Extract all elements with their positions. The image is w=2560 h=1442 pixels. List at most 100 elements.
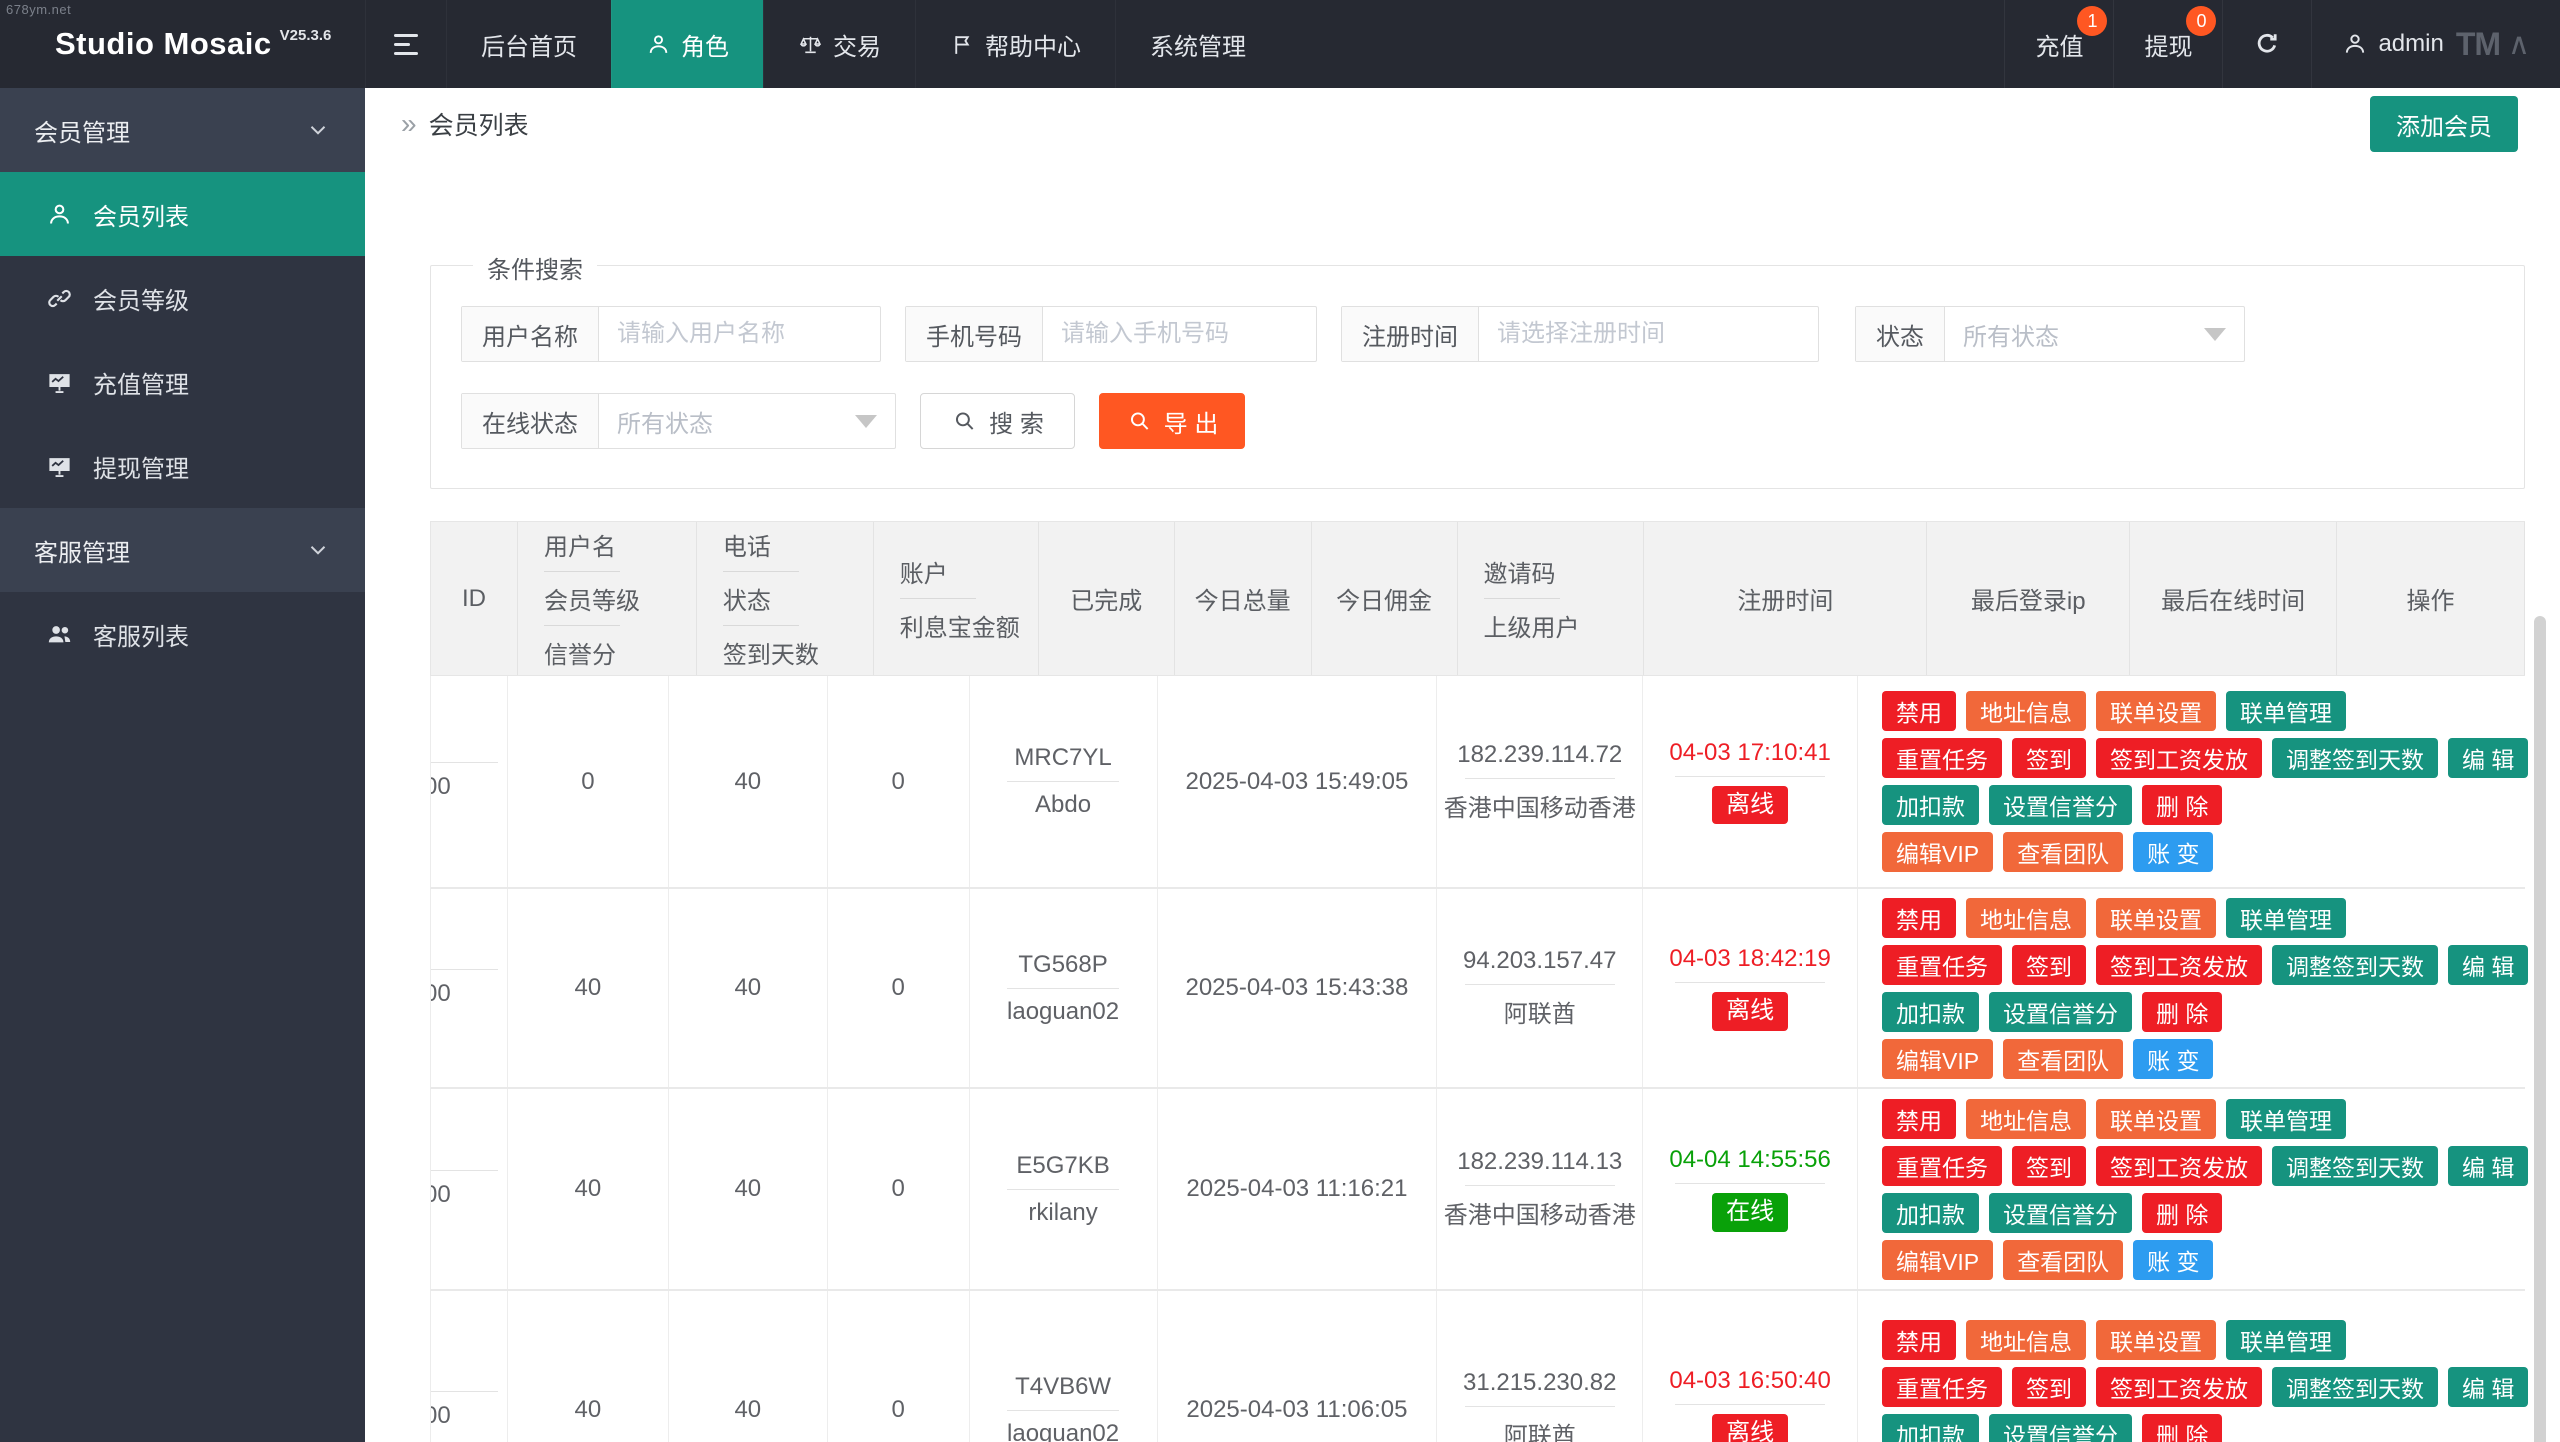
recharge-label: 充值 — [2035, 27, 2083, 62]
action-signin-button[interactable]: 签到 — [2012, 738, 2086, 778]
action-add-deduct-button[interactable]: 加扣款 — [1882, 1414, 1979, 1442]
action-signin-button[interactable]: 签到 — [2012, 1146, 2086, 1186]
status-field-group: 状态 所有状态 — [1855, 306, 2245, 362]
sidebar-group-service-management[interactable]: 客服管理 — [0, 508, 365, 592]
action-order-setting-button[interactable]: 联单设置 — [2096, 691, 2216, 731]
action-edit-button[interactable]: 编 辑 — [2448, 945, 2528, 985]
main-content: » 会员列表 添加会员 条件搜索 用户名称 手机号码 注册时间 — [365, 88, 2560, 1442]
col-header-lastonline: 最后在线时间 — [2130, 522, 2337, 675]
action-edit-button[interactable]: 编 辑 — [2448, 738, 2528, 778]
action-reset-task-button[interactable]: 重置任务 — [1882, 1146, 2002, 1186]
sidebar-item-recharge-management[interactable]: 充值管理 — [0, 340, 365, 424]
action-address-info-button[interactable]: 地址信息 — [1966, 1320, 2086, 1360]
action-edit-vip-button[interactable]: 编辑VIP — [1882, 832, 1993, 872]
sidebar-item-withdraw-management[interactable]: 提现管理 — [0, 424, 365, 508]
nav-item-roles[interactable]: 角色 — [611, 0, 763, 88]
table-row: 00 40 40 0 T4VB6Wlaoguan02 2025-04-03 11… — [430, 1291, 2525, 1442]
cell-regtime: 2025-04-03 11:16:21 — [1158, 1089, 1438, 1289]
action-reset-task-button[interactable]: 重置任务 — [1882, 738, 2002, 778]
action-delete-button[interactable]: 删 除 — [2142, 785, 2222, 825]
action-edit-button[interactable]: 编 辑 — [2448, 1146, 2528, 1186]
action-disable-button[interactable]: 禁用 — [1882, 1099, 1956, 1139]
search-button[interactable]: 搜 索 — [920, 393, 1075, 449]
phone-input[interactable] — [1043, 307, 1319, 361]
phone-field-label: 手机号码 — [906, 307, 1043, 361]
status-select[interactable]: 所有状态 — [1945, 307, 2244, 361]
action-adjust-signin-days-button[interactable]: 调整签到天数 — [2272, 1367, 2438, 1407]
action-order-manage-button[interactable]: 联单管理 — [2226, 1320, 2346, 1360]
action-signin-salary-button[interactable]: 签到工资发放 — [2096, 738, 2262, 778]
action-order-manage-button[interactable]: 联单管理 — [2226, 898, 2346, 938]
action-address-info-button[interactable]: 地址信息 — [1966, 898, 2086, 938]
action-edit-vip-button[interactable]: 编辑VIP — [1882, 1240, 1993, 1280]
action-add-deduct-button[interactable]: 加扣款 — [1882, 1193, 1979, 1233]
action-signin-button[interactable]: 签到 — [2012, 945, 2086, 985]
action-adjust-signin-days-button[interactable]: 调整签到天数 — [2272, 738, 2438, 778]
action-balance-log-button[interactable]: 账 变 — [2133, 1039, 2213, 1079]
online-status-select[interactable]: 所有状态 — [599, 394, 895, 448]
action-address-info-button[interactable]: 地址信息 — [1966, 1099, 2086, 1139]
cell-regtime: 2025-04-03 15:49:05 — [1158, 676, 1438, 887]
action-address-info-button[interactable]: 地址信息 — [1966, 691, 2086, 731]
sidebar-item-member-list[interactable]: 会员列表 — [0, 172, 365, 256]
action-balance-log-button[interactable]: 账 变 — [2133, 832, 2213, 872]
cell-operations: 禁用 地址信息 联单设置 联单管理 重置任务 签到 签到工资发放 调整签到天数 … — [1858, 676, 2525, 887]
action-order-setting-button[interactable]: 联单设置 — [2096, 1099, 2216, 1139]
page-title: 会员列表 — [429, 106, 529, 142]
add-member-button[interactable]: 添加会员 — [2370, 96, 2518, 152]
action-view-team-button[interactable]: 查看团队 — [2003, 832, 2123, 872]
action-reset-task-button[interactable]: 重置任务 — [1882, 1367, 2002, 1407]
action-order-setting-button[interactable]: 联单设置 — [2096, 1320, 2216, 1360]
col-header-commission: 今日佣金 — [1312, 522, 1458, 675]
action-edit-vip-button[interactable]: 编辑VIP — [1882, 1039, 1993, 1079]
sidebar-item-service-list[interactable]: 客服列表 — [0, 592, 365, 676]
recharge-button[interactable]: 充值 1 — [2004, 0, 2113, 88]
action-view-team-button[interactable]: 查看团队 — [2003, 1240, 2123, 1280]
action-signin-button[interactable]: 签到 — [2012, 1367, 2086, 1407]
sidebar-group-member-management[interactable]: 会员管理 — [0, 88, 365, 172]
nav-item-trade[interactable]: 交易 — [763, 0, 915, 88]
action-set-credit-button[interactable]: 设置信誉分 — [1989, 785, 2132, 825]
action-delete-button[interactable]: 删 除 — [2142, 1414, 2222, 1442]
hamburger-menu-icon[interactable] — [365, 0, 446, 88]
username-input[interactable] — [599, 307, 885, 361]
username-field-group: 用户名称 — [461, 306, 881, 362]
action-delete-button[interactable]: 删 除 — [2142, 1193, 2222, 1233]
action-balance-log-button[interactable]: 账 变 — [2133, 1240, 2213, 1280]
action-edit-button[interactable]: 编 辑 — [2448, 1367, 2528, 1407]
refresh-button[interactable] — [2222, 0, 2311, 88]
action-adjust-signin-days-button[interactable]: 调整签到天数 — [2272, 945, 2438, 985]
action-view-team-button[interactable]: 查看团队 — [2003, 1039, 2123, 1079]
action-disable-button[interactable]: 禁用 — [1882, 1320, 1956, 1360]
action-disable-button[interactable]: 禁用 — [1882, 898, 1956, 938]
action-add-deduct-button[interactable]: 加扣款 — [1882, 992, 1979, 1032]
vertical-scrollbar[interactable] — [2534, 616, 2546, 1442]
action-disable-button[interactable]: 禁用 — [1882, 691, 1956, 731]
user-menu[interactable]: admin TM ∧ — [2311, 0, 2560, 88]
action-signin-salary-button[interactable]: 签到工资发放 — [2096, 1146, 2262, 1186]
action-add-deduct-button[interactable]: 加扣款 — [1882, 785, 1979, 825]
col-header-total: 今日总量 — [1175, 522, 1312, 675]
nav-item-help-center[interactable]: 帮助中心 — [915, 0, 1115, 88]
action-order-setting-button[interactable]: 联单设置 — [2096, 898, 2216, 938]
action-set-credit-button[interactable]: 设置信誉分 — [1989, 1414, 2132, 1442]
breadcrumb: » 会员列表 添加会员 — [365, 88, 2560, 160]
export-button[interactable]: 导 出 — [1099, 393, 1245, 449]
action-signin-salary-button[interactable]: 签到工资发放 — [2096, 1367, 2262, 1407]
regtime-input[interactable] — [1479, 307, 1825, 361]
action-adjust-signin-days-button[interactable]: 调整签到天数 — [2272, 1146, 2438, 1186]
sidebar-item-member-level[interactable]: 会员等级 — [0, 256, 365, 340]
nav-item-home[interactable]: 后台首页 — [446, 0, 611, 88]
action-order-manage-button[interactable]: 联单管理 — [2226, 1099, 2346, 1139]
action-order-manage-button[interactable]: 联单管理 — [2226, 691, 2346, 731]
action-reset-task-button[interactable]: 重置任务 — [1882, 945, 2002, 985]
action-set-credit-button[interactable]: 设置信誉分 — [1989, 992, 2132, 1032]
action-signin-salary-button[interactable]: 签到工资发放 — [2096, 945, 2262, 985]
action-set-credit-button[interactable]: 设置信誉分 — [1989, 1193, 2132, 1233]
withdraw-button[interactable]: 提现 0 — [2113, 0, 2222, 88]
user-icon — [46, 201, 73, 228]
nav-item-system[interactable]: 系统管理 — [1115, 0, 1280, 88]
action-delete-button[interactable]: 删 除 — [2142, 992, 2222, 1032]
status-select-value: 所有状态 — [1963, 317, 2059, 352]
status-badge: 在线 — [1712, 1193, 1788, 1231]
